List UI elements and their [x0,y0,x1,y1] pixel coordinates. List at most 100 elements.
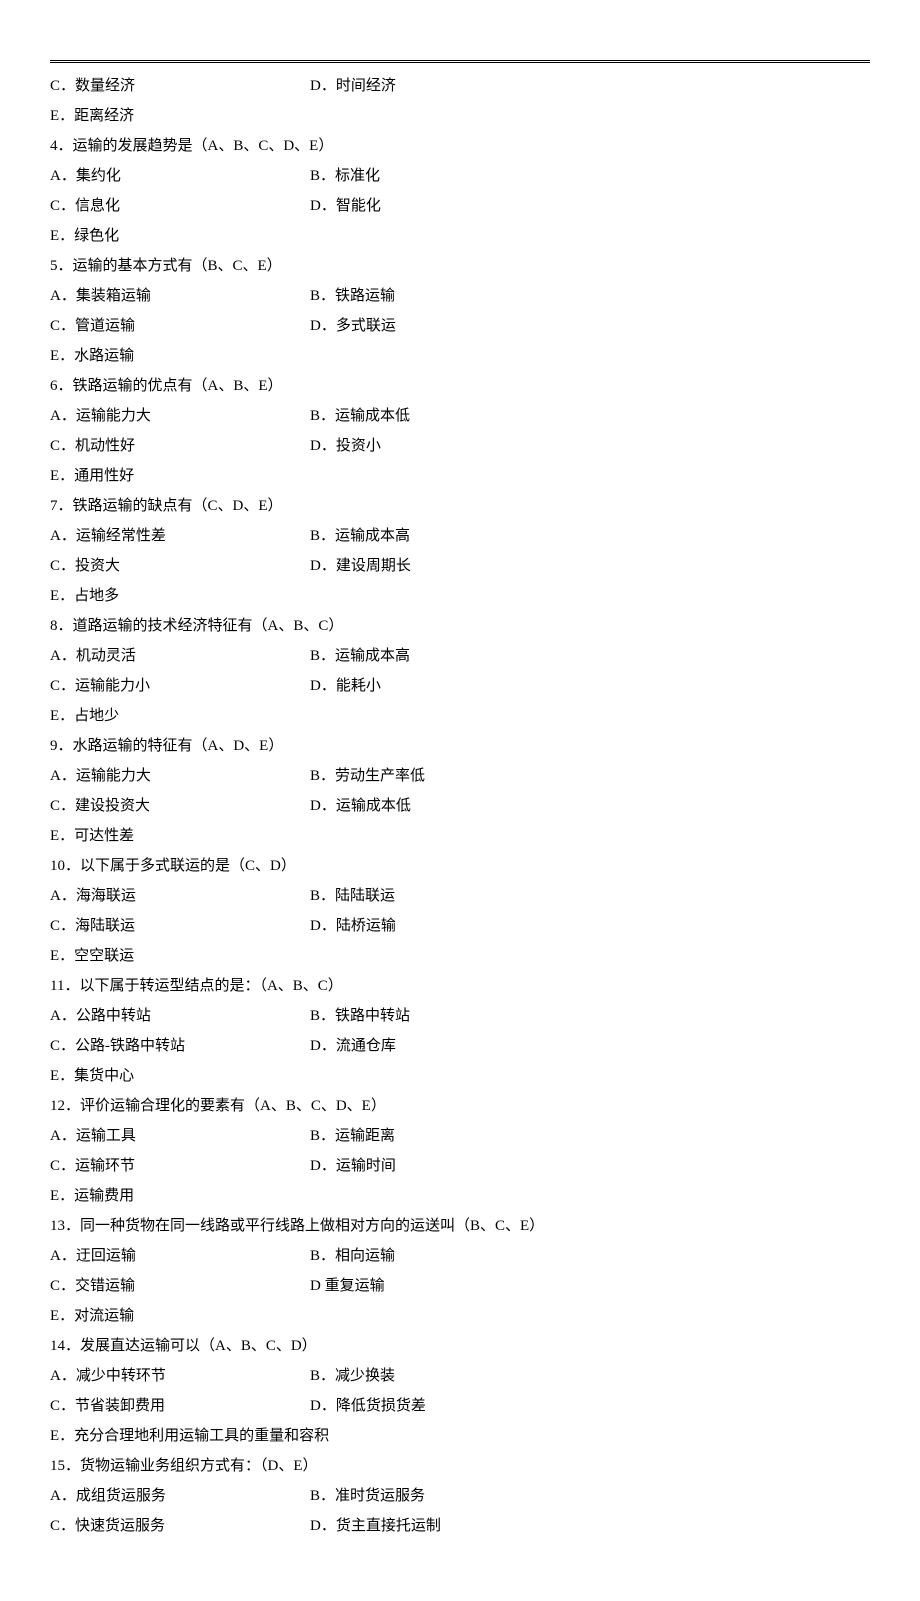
question-item: 5．运输的基本方式有（B、C、E）A．集装箱运输B．铁路运输C．管道运输D．多式… [50,251,870,371]
option-a: A．迂回运输 [50,1241,310,1271]
option-d: D．流通仓库 [310,1031,870,1061]
option-b: B．运输成本高 [310,641,870,671]
option-d: D．货主直接托运制 [310,1511,870,1541]
question-title: 9．水路运输的特征有（A、D、E） [50,731,870,761]
header-rule [50,60,870,63]
option-b: B．准时货运服务 [310,1481,870,1511]
question-title: 14．发展直达运输可以（A、B、C、D） [50,1331,870,1361]
options-row-cd: C．海陆联运D．陆桥运输 [50,911,870,941]
option-b: B．陆陆联运 [310,881,870,911]
options-row-ab: A．运输经常性差B．运输成本高 [50,521,870,551]
option-a: A．运输能力大 [50,401,310,431]
question-item: 13．同一种货物在同一线路或平行线路上做相对方向的运送叫（B、C、E）A．迂回运… [50,1211,870,1331]
option-e: E．集货中心 [50,1061,870,1091]
options-row-cd: C．投资大D．建设周期长 [50,551,870,581]
question-item: 11．以下属于转运型结点的是：（A、B、C）A．公路中转站B．铁路中转站C．公路… [50,971,870,1091]
option-a: A．集装箱运输 [50,281,310,311]
question-title: 4．运输的发展趋势是（A、B、C、D、E） [50,131,870,161]
option-b: B．运输成本低 [310,401,870,431]
option-a: A．机动灵活 [50,641,310,671]
options-row-ab: A．集装箱运输B．铁路运输 [50,281,870,311]
options-row-ab: A．运输能力大B．劳动生产率低 [50,761,870,791]
question-title: 5．运输的基本方式有（B、C、E） [50,251,870,281]
options-row-cd: C．公路-铁路中转站D．流通仓库 [50,1031,870,1061]
options-row-cd: C．快速货运服务D．货主直接托运制 [50,1511,870,1541]
options-row-ab: A．集约化B．标准化 [50,161,870,191]
option-c: C．机动性好 [50,431,310,461]
question-item: 10．以下属于多式联运的是（C、D）A．海海联运B．陆陆联运C．海陆联运D．陆桥… [50,851,870,971]
option-d: D．投资小 [310,431,870,461]
option-b: B．劳动生产率低 [310,761,870,791]
option-e: E．占地多 [50,581,870,611]
options-row-ab: A．运输能力大B．运输成本低 [50,401,870,431]
option-c: C．数量经济 [50,71,310,101]
options-row-cd: C．运输环节D．运输时间 [50,1151,870,1181]
option-a: A．公路中转站 [50,1001,310,1031]
option-b: B．运输成本高 [310,521,870,551]
option-d: D．运输时间 [310,1151,870,1181]
option-d: D．多式联运 [310,311,870,341]
question-item: 4．运输的发展趋势是（A、B、C、D、E）A．集约化B．标准化C．信息化D．智能… [50,131,870,251]
question-item: 7．铁路运输的缺点有（C、D、E）A．运输经常性差B．运输成本高C．投资大D．建… [50,491,870,611]
option-c: C．海陆联运 [50,911,310,941]
options-row-ab: A．运输工具B．运输距离 [50,1121,870,1151]
question-title: 6．铁路运输的优点有（A、B、E） [50,371,870,401]
options-row-cd: C．运输能力小D．能耗小 [50,671,870,701]
option-c: C．管道运输 [50,311,310,341]
question-title: 7．铁路运输的缺点有（C、D、E） [50,491,870,521]
option-c: C．交错运输 [50,1271,310,1301]
options-row-cd: C．节省装卸费用D．降低货损货差 [50,1391,870,1421]
options-row-ab: A．减少中转环节B．减少换装 [50,1361,870,1391]
option-e: E．对流运输 [50,1301,870,1331]
option-e: E．距离经济 [50,101,870,131]
option-e: E．空空联运 [50,941,870,971]
option-d: D．运输成本低 [310,791,870,821]
question-title: 11．以下属于转运型结点的是：（A、B、C） [50,971,870,1001]
question-title: 8．道路运输的技术经济特征有（A、B、C） [50,611,870,641]
option-c: C．公路-铁路中转站 [50,1031,310,1061]
options-row-ab: A．海海联运B．陆陆联运 [50,881,870,911]
options-row-ab: A．机动灵活B．运输成本高 [50,641,870,671]
option-b: B．减少换装 [310,1361,870,1391]
option-b: B．标准化 [310,161,870,191]
option-d: D．陆桥运输 [310,911,870,941]
questions-list: 4．运输的发展趋势是（A、B、C、D、E）A．集约化B．标准化C．信息化D．智能… [50,131,870,1541]
option-a: A．运输工具 [50,1121,310,1151]
option-d: D 重复运输 [310,1271,870,1301]
option-d: D．降低货损货差 [310,1391,870,1421]
option-c: C．运输环节 [50,1151,310,1181]
question-title: 13．同一种货物在同一线路或平行线路上做相对方向的运送叫（B、C、E） [50,1211,870,1241]
option-d: D．智能化 [310,191,870,221]
question-item: 12．评价运输合理化的要素有（A、B、C、D、E）A．运输工具B．运输距离C．运… [50,1091,870,1211]
option-b: B．铁路中转站 [310,1001,870,1031]
option-e: E．运输费用 [50,1181,870,1211]
option-b: B．相向运输 [310,1241,870,1271]
options-row-ab: A．迂回运输B．相向运输 [50,1241,870,1271]
option-a: A．海海联运 [50,881,310,911]
options-row-cd: C．数量经济 D．时间经济 [50,71,870,101]
question-item: 6．铁路运输的优点有（A、B、E）A．运输能力大B．运输成本低C．机动性好D．投… [50,371,870,491]
option-b: B．运输距离 [310,1121,870,1151]
options-row-cd: C．管道运输D．多式联运 [50,311,870,341]
option-a: A．成组货运服务 [50,1481,310,1511]
question-title: 10．以下属于多式联运的是（C、D） [50,851,870,881]
option-d: D．能耗小 [310,671,870,701]
option-d: D．建设周期长 [310,551,870,581]
option-c: C．建设投资大 [50,791,310,821]
question-item: 14．发展直达运输可以（A、B、C、D）A．减少中转环节B．减少换装C．节省装卸… [50,1331,870,1451]
question-item: 8．道路运输的技术经济特征有（A、B、C）A．机动灵活B．运输成本高C．运输能力… [50,611,870,731]
option-c: C．节省装卸费用 [50,1391,310,1421]
option-e: E．充分合理地利用运输工具的重量和容积 [50,1421,870,1451]
option-c: C．快速货运服务 [50,1511,310,1541]
options-row-ab: A．成组货运服务B．准时货运服务 [50,1481,870,1511]
question-item: 9．水路运输的特征有（A、D、E）A．运输能力大B．劳动生产率低C．建设投资大D… [50,731,870,851]
option-c: C．信息化 [50,191,310,221]
option-a: A．运输能力大 [50,761,310,791]
option-d: D．时间经济 [310,71,870,101]
option-a: A．减少中转环节 [50,1361,310,1391]
question-title: 12．评价运输合理化的要素有（A、B、C、D、E） [50,1091,870,1121]
option-e: E．水路运输 [50,341,870,371]
option-e: E．可达性差 [50,821,870,851]
option-c: C．运输能力小 [50,671,310,701]
option-e: E．绿色化 [50,221,870,251]
